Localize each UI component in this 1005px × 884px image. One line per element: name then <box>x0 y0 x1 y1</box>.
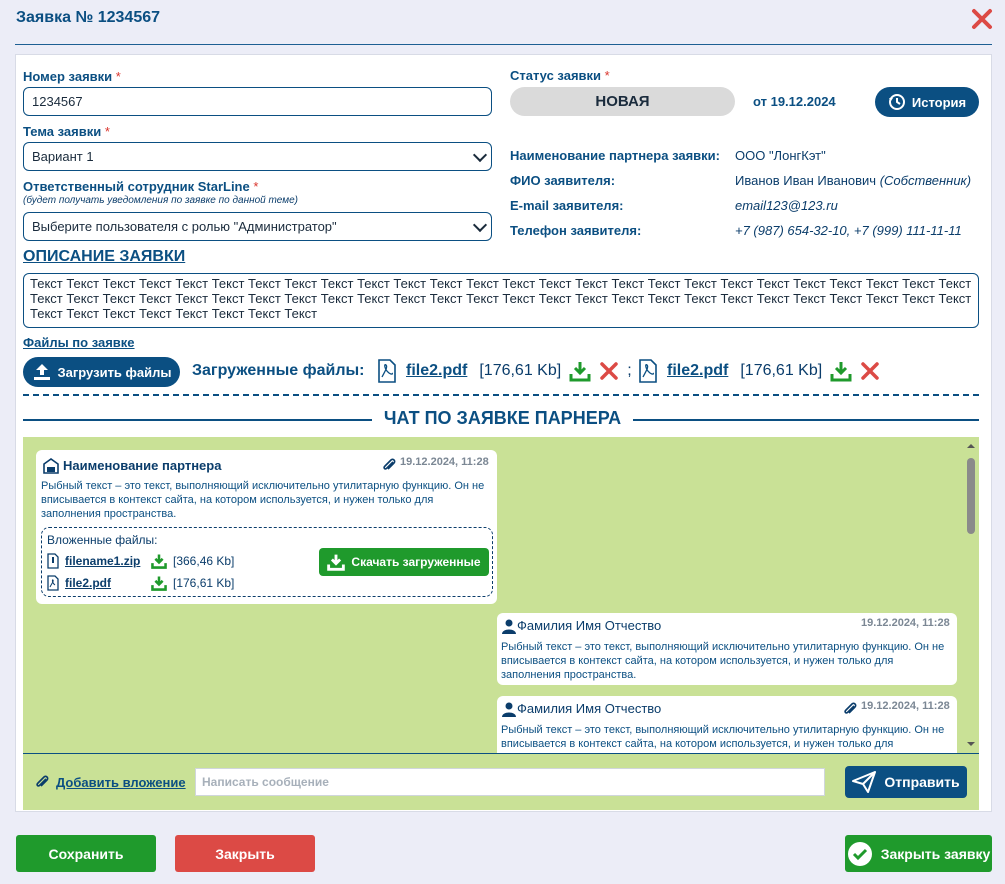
attachments-label: Вложенные файлы: <box>47 533 158 547</box>
close-request-button[interactable]: Закрыть заявку <box>845 835 992 872</box>
send-icon <box>852 771 877 793</box>
chat-message: Фамилия Имя Отчество 19.12.2024, 11:28 Р… <box>497 613 957 685</box>
attachment-link[interactable]: file2.pdf <box>65 576 145 590</box>
message-text: Рыбный текст – это текст, выполняющий ис… <box>501 724 945 753</box>
message-time: 19.12.2024, 11:28 <box>400 456 489 468</box>
message-time: 19.12.2024, 11:28 <box>861 617 950 629</box>
download-icon[interactable] <box>830 360 852 382</box>
status-label: Статус заявки * <box>510 68 610 83</box>
file-size: [176,61 Kb] <box>740 362 823 379</box>
file-link[interactable]: file2.pdf <box>667 362 728 380</box>
attachment-icon <box>844 702 857 714</box>
delete-icon[interactable] <box>599 361 619 381</box>
responsible-hint: (будет получать уведомления по заявке по… <box>23 195 299 206</box>
attachment-size: [366,46 Kb] <box>173 554 235 568</box>
files-separator: ; <box>627 362 632 379</box>
files-label[interactable]: Файлы по заявке <box>23 335 135 350</box>
close-icon[interactable] <box>971 8 993 30</box>
chat-scrollbar[interactable] <box>964 443 978 748</box>
chevron-down-icon <box>472 147 488 162</box>
message-author: Фамилия Имя Отчество <box>517 701 662 716</box>
topic-label: Тема заявки * <box>23 124 110 139</box>
attachment-row: file2.pdf [176,61 Kb] <box>47 575 234 591</box>
attachments-box: Вложенные файлы: filename1.zip [366,46 K… <box>41 527 493 597</box>
fio-value: Иванов Иван Иванович (Собственник) <box>735 173 972 188</box>
history-icon <box>888 94 905 110</box>
phone-value: +7 (987) 654-32-10, +7 (999) 111-11-11 <box>735 223 962 238</box>
email-label: E-mail заявителя: <box>510 198 624 213</box>
attachment-link[interactable]: filename1.zip <box>65 554 145 568</box>
status-badge: НОВАЯ <box>510 87 735 116</box>
number-label: Номер заявки * <box>23 69 121 84</box>
download-icon[interactable] <box>151 575 167 591</box>
partner-icon <box>43 458 59 474</box>
message-author: Фамилия Имя Отчество <box>517 618 662 633</box>
uploaded-file-1: file2.pdf [176,61 Kb] ; <box>376 359 632 383</box>
chat-message: Фамилия Имя Отчество 19.12.2024, 11:28 Р… <box>497 696 957 753</box>
delete-icon[interactable] <box>860 361 880 381</box>
status-date: от 19.12.2024 <box>753 94 836 109</box>
responsible-label: Ответственный сотрудник StarLine * <box>23 179 259 194</box>
attachment-row: filename1.zip [366,46 Kb] <box>47 553 234 569</box>
download-icon[interactable] <box>569 360 591 382</box>
zip-file-icon <box>47 553 59 569</box>
send-button[interactable]: Отправить <box>845 766 967 798</box>
pdf-file-icon <box>378 359 396 383</box>
message-author: Наименование партнера <box>63 458 222 473</box>
message-text: Рыбный текст – это текст, выполняющий ис… <box>501 641 945 681</box>
description-title: ОПИСАНИЕ ЗАЯВКИ <box>23 248 186 265</box>
user-icon <box>502 619 516 634</box>
uploaded-file-2: file2.pdf [176,61 Kb] <box>637 359 880 383</box>
file-size: [176,61 Kb] <box>479 362 562 379</box>
responsible-select[interactable]: Выберите пользователя с ролью "Администр… <box>23 212 492 241</box>
partner-value: ООО "ЛонгКэт" <box>735 148 826 163</box>
download-all-button[interactable]: Скачать загруженные <box>319 548 489 576</box>
chevron-down-icon <box>472 217 488 232</box>
description-textarea[interactable]: Текст Текст Текст Текст Текст Текст Текс… <box>23 273 979 328</box>
close-button[interactable]: Закрыть <box>175 835 315 872</box>
dashed-divider <box>23 394 979 396</box>
attachment-icon <box>36 775 49 787</box>
download-icon <box>327 554 346 571</box>
header-divider <box>15 44 992 45</box>
message-text: Рыбный текст – это текст, выполняющий ис… <box>41 480 485 520</box>
save-button[interactable]: Сохранить <box>16 835 156 872</box>
pdf-file-icon <box>47 575 59 591</box>
topic-select[interactable]: Вариант 1 <box>23 142 492 171</box>
chat-message: Наименование партнера 19.12.2024, 11:28 … <box>36 450 497 604</box>
partner-label: Наименование партнера заявки: <box>510 148 720 163</box>
phone-label: Телефон заявителя: <box>510 223 642 238</box>
upload-icon <box>33 364 50 380</box>
attachment-size: [176,61 Kb] <box>173 576 235 590</box>
history-button[interactable]: История <box>875 87 979 117</box>
email-value: email123@123.ru <box>735 198 838 213</box>
chat-messages[interactable]: Наименование партнера 19.12.2024, 11:28 … <box>23 437 979 753</box>
check-circle-icon <box>847 841 872 866</box>
message-input[interactable]: Написать сообщение <box>195 768 825 796</box>
fio-label: ФИО заявителя: <box>510 173 616 188</box>
message-time: 19.12.2024, 11:28 <box>861 700 950 712</box>
download-icon[interactable] <box>151 553 167 569</box>
upload-files-button[interactable]: Загрузить файлы <box>23 357 180 387</box>
pdf-file-icon <box>639 359 657 383</box>
file-link[interactable]: file2.pdf <box>406 362 467 380</box>
uploaded-files-label: Загруженные файлы: <box>192 362 365 379</box>
number-input[interactable]: 1234567 <box>23 87 492 116</box>
attachment-icon <box>383 458 396 470</box>
add-attachment-link[interactable]: Добавить вложение <box>34 773 186 791</box>
window-title: Заявка № 1234567 <box>16 9 161 26</box>
chat-title: ЧАТ ПО ЗАЯВКЕ ПАРНЕРА <box>0 408 1005 429</box>
user-icon <box>502 702 516 717</box>
